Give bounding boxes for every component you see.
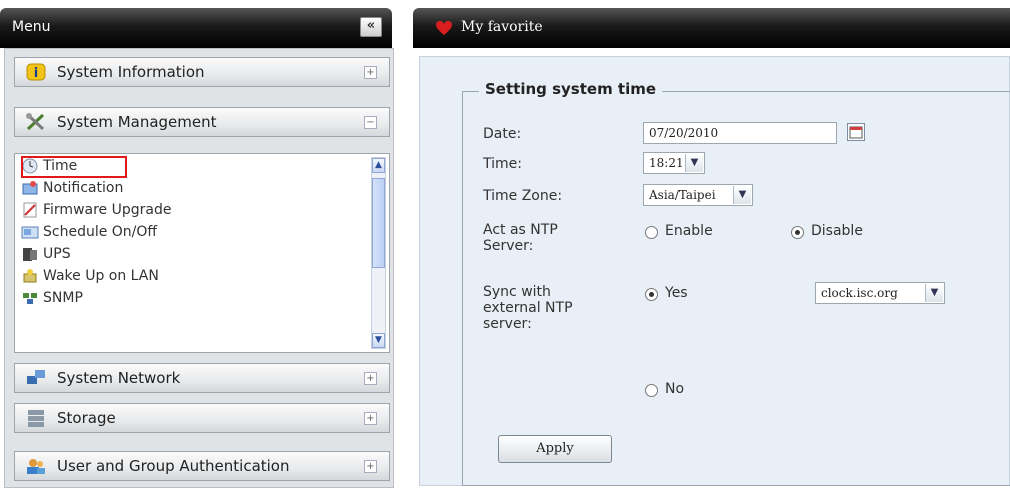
sync-no-label: No <box>665 381 685 397</box>
storage-icon <box>28 410 44 427</box>
expand-icon[interactable]: + <box>364 372 377 385</box>
submenu-item-wake-up-on-lan[interactable]: Wake Up on LAN <box>21 266 261 288</box>
firmware-icon <box>23 202 37 218</box>
category-system-management[interactable]: System Management − <box>14 107 390 137</box>
category-label: Storage <box>57 409 116 427</box>
category-label: System Information <box>57 63 205 81</box>
network-icon <box>27 370 45 384</box>
notification-icon <box>22 181 38 195</box>
time-value: 18:21 <box>649 156 684 170</box>
scroll-thumb[interactable] <box>372 178 385 268</box>
category-system-information[interactable]: i System Information + <box>14 57 390 87</box>
enable-radio[interactable] <box>645 226 658 239</box>
sync-yes-label: Yes <box>665 285 688 301</box>
content-area: Setting system time Date: 07/20/2010 Tim… <box>413 48 1010 490</box>
category-label: System Network <box>57 369 181 387</box>
submenu-label: SNMP <box>43 290 83 306</box>
snmp-icon <box>23 293 37 304</box>
time-zone-label: Time Zone: <box>483 188 563 204</box>
collapse-menu-button[interactable]: « <box>360 17 382 37</box>
selection-highlight <box>21 156 127 178</box>
time-select[interactable]: 18:21 ▼ <box>643 152 705 174</box>
submenu-label: Wake Up on LAN <box>43 268 159 284</box>
sync-ntp-label: Sync with external NTP server: <box>483 284 573 332</box>
category-label: User and Group Authentication <box>57 457 290 475</box>
disable-radio[interactable] <box>791 226 804 239</box>
submenu-item-schedule[interactable]: Schedule On/Off <box>21 222 261 244</box>
category-user-group-authentication[interactable]: User and Group Authentication + <box>14 451 390 481</box>
chevron-down-icon[interactable]: ▼ <box>925 284 943 302</box>
wake-on-lan-icon <box>23 269 37 283</box>
date-input[interactable]: 07/20/2010 <box>643 122 837 144</box>
disable-label: Disable <box>811 223 863 239</box>
submenu-item-ups[interactable]: UPS <box>21 244 221 266</box>
category-system-network[interactable]: System Network + <box>14 363 390 393</box>
svg-text:i: i <box>34 66 38 81</box>
system-time-fieldset: Setting system time Date: 07/20/2010 Tim… <box>462 80 1010 486</box>
expand-icon[interactable]: + <box>364 66 377 79</box>
favorites-bar: My favorite <box>413 8 1010 48</box>
time-label: Time: <box>483 156 522 172</box>
submenu-item-firmware-upgrade[interactable]: Firmware Upgrade <box>21 200 261 222</box>
tools-icon <box>26 113 45 131</box>
submenu-label: Notification <box>43 180 124 196</box>
time-zone-value: Asia/Taipei <box>649 188 716 202</box>
sync-no-radio[interactable] <box>645 384 658 397</box>
menu-header: Menu « <box>0 8 392 48</box>
expand-icon[interactable]: + <box>364 412 377 425</box>
expand-icon[interactable]: + <box>364 460 377 473</box>
schedule-icon <box>21 226 39 239</box>
fieldset-legend: Setting system time <box>479 80 663 98</box>
submenu-label: UPS <box>43 246 71 262</box>
my-favorite-link[interactable]: My favorite <box>461 19 543 35</box>
apply-button[interactable]: Apply <box>498 435 612 463</box>
scroll-down-icon[interactable]: ▼ <box>372 333 385 348</box>
chevron-down-icon[interactable]: ▼ <box>685 154 703 172</box>
ups-icon <box>23 248 37 261</box>
collapse-icon[interactable]: − <box>364 116 377 129</box>
submenu-scrollbar[interactable]: ▲ ▼ <box>371 157 386 349</box>
submenu-item-snmp[interactable]: SNMP <box>21 288 221 310</box>
scroll-up-icon[interactable]: ▲ <box>372 158 385 173</box>
ntp-server-select[interactable]: clock.isc.org ▼ <box>815 282 945 304</box>
info-icon: i <box>26 63 46 81</box>
calendar-icon[interactable] <box>847 123 865 141</box>
date-label: Date: <box>483 126 522 142</box>
sync-yes-radio[interactable] <box>645 288 658 301</box>
ntp-server-value: clock.isc.org <box>821 286 898 300</box>
category-label: System Management <box>57 113 217 131</box>
users-icon <box>27 459 45 474</box>
ntp-server-label: Act as NTP Server: <box>483 222 558 254</box>
heart-icon[interactable] <box>435 20 453 36</box>
time-zone-select[interactable]: Asia/Taipei ▼ <box>643 184 753 206</box>
category-storage[interactable]: Storage + <box>14 403 390 433</box>
menu-body: i System Information + System Management… <box>4 48 394 488</box>
enable-label: Enable <box>665 223 713 239</box>
submenu-item-notification[interactable]: Notification <box>21 178 221 200</box>
content-panel: Setting system time Date: 07/20/2010 Tim… <box>419 56 1010 486</box>
menu-panel: Menu « i System Information + System Man… <box>0 0 400 490</box>
submenu-label: Firmware Upgrade <box>43 202 172 218</box>
chevron-down-icon[interactable]: ▼ <box>733 186 751 204</box>
submenu-item-time[interactable]: Time <box>21 156 131 178</box>
submenu-label: Schedule On/Off <box>43 224 158 240</box>
system-management-submenu: Time Notification Firmware Upgrade Sched… <box>14 153 390 353</box>
menu-title: Menu <box>12 19 51 35</box>
